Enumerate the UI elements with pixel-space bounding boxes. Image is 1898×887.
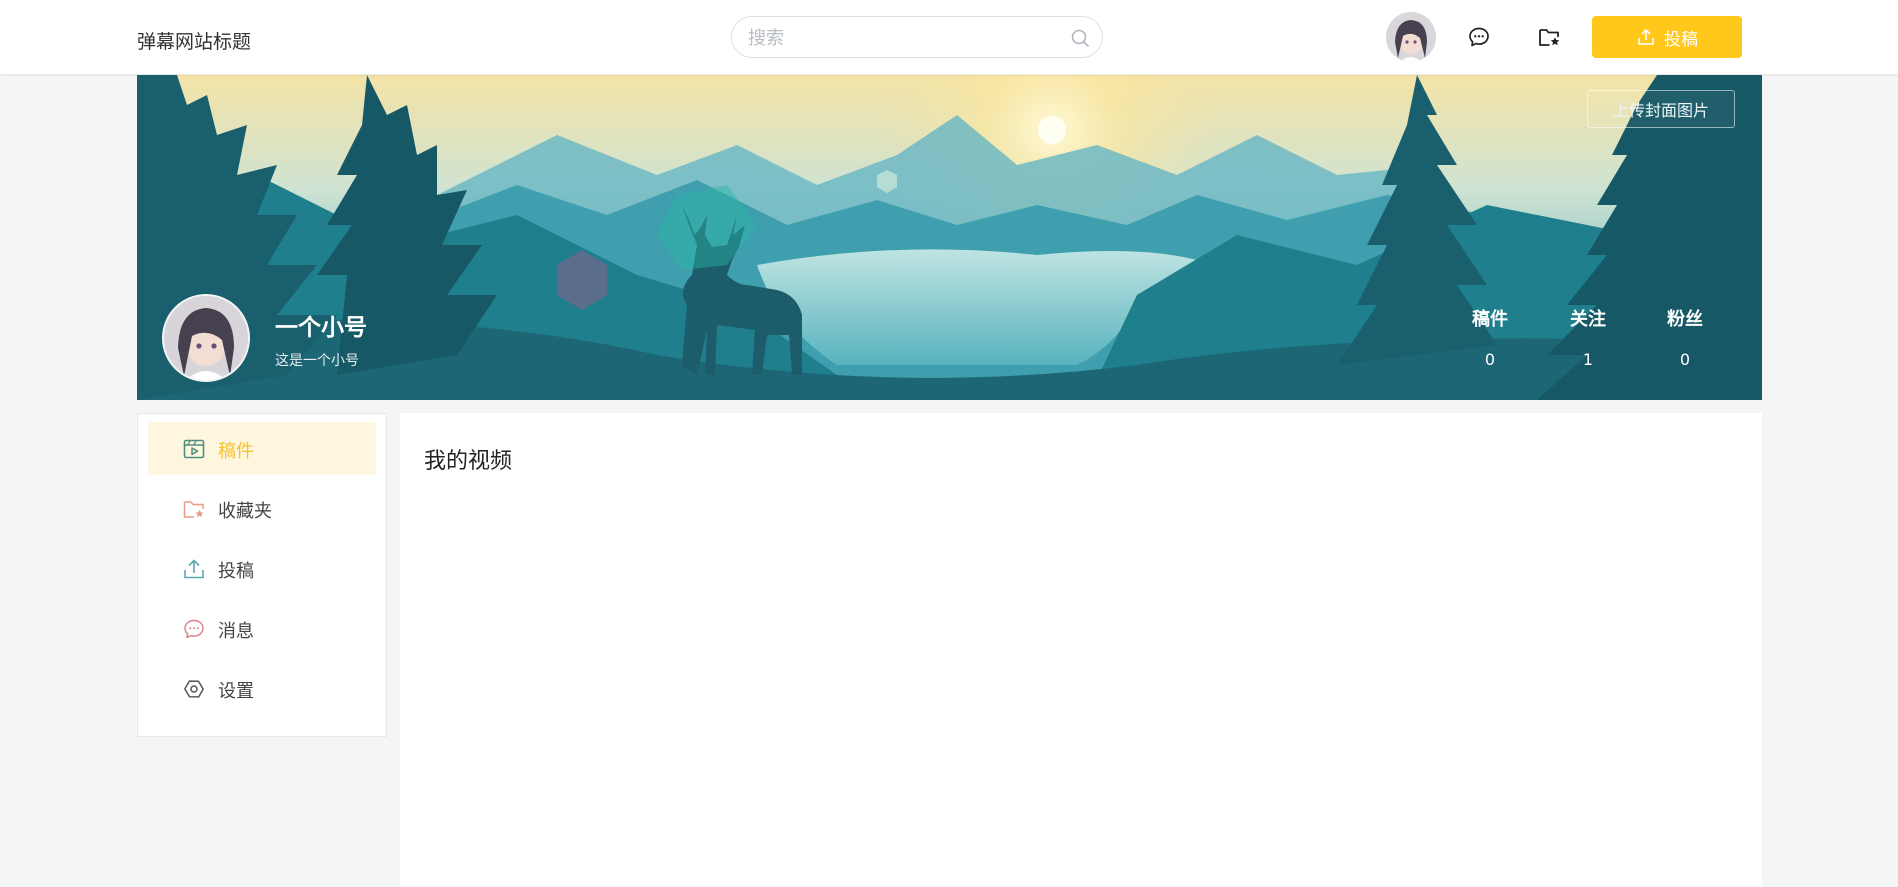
sidebar-item-label: 投稿: [218, 561, 254, 582]
upload-icon: [184, 559, 204, 579]
sidebar-item-label: 收藏夹: [218, 501, 272, 522]
stat-posts-label: 稿件: [1472, 309, 1508, 330]
top-navbar: 弹幕网站标题 投稿: [0, 0, 1898, 74]
chat-bubble-icon: [184, 619, 204, 639]
sidebar-item-label: 设置: [218, 681, 254, 702]
search-input[interactable]: [746, 25, 1050, 51]
sidebar-item-label: 稿件: [218, 441, 254, 462]
sidebar-item-favorites[interactable]: 收藏夹: [148, 482, 376, 535]
stat-following-label: 关注: [1570, 309, 1606, 330]
main-content: 我的视频: [400, 413, 1762, 887]
profile-bio: 这是一个小号: [275, 353, 359, 369]
page-title: 我的视频: [424, 449, 513, 474]
sidebar-item-posts[interactable]: 稿件: [148, 422, 376, 475]
profile-avatar[interactable]: [162, 294, 250, 382]
video-file-icon: [183, 439, 205, 459]
message-icon[interactable]: [1467, 25, 1491, 49]
sidebar-item-label: 消息: [218, 621, 254, 642]
upload-button[interactable]: 投稿: [1592, 16, 1742, 58]
user-avatar[interactable]: [1386, 12, 1436, 62]
stat-followers-value: 0: [1679, 350, 1691, 369]
stat-following-value: 1: [1582, 350, 1594, 369]
favorites-folder-icon[interactable]: [1537, 25, 1561, 49]
upload-button-label: 投稿: [1664, 29, 1698, 50]
upload-icon: [1638, 28, 1654, 45]
stat-followers-label: 粉丝: [1667, 309, 1703, 330]
search-box[interactable]: [731, 16, 1103, 58]
stat-posts-value: 0: [1484, 350, 1496, 369]
hexagon-settings-icon: [184, 680, 204, 698]
profile-name: 一个小号: [275, 315, 367, 341]
sidebar-item-upload[interactable]: 投稿: [148, 542, 376, 595]
sidebar-item-settings[interactable]: 设置: [148, 662, 376, 715]
folder-star-icon: [183, 501, 204, 518]
site-title[interactable]: 弹幕网站标题: [137, 27, 251, 54]
search-icon[interactable]: [1070, 28, 1090, 48]
sidebar: 稿件 收藏夹 投稿 消息 设置: [137, 413, 387, 737]
sidebar-item-messages[interactable]: 消息: [148, 602, 376, 655]
upload-cover-button[interactable]: 上传封面图片: [1587, 90, 1735, 128]
